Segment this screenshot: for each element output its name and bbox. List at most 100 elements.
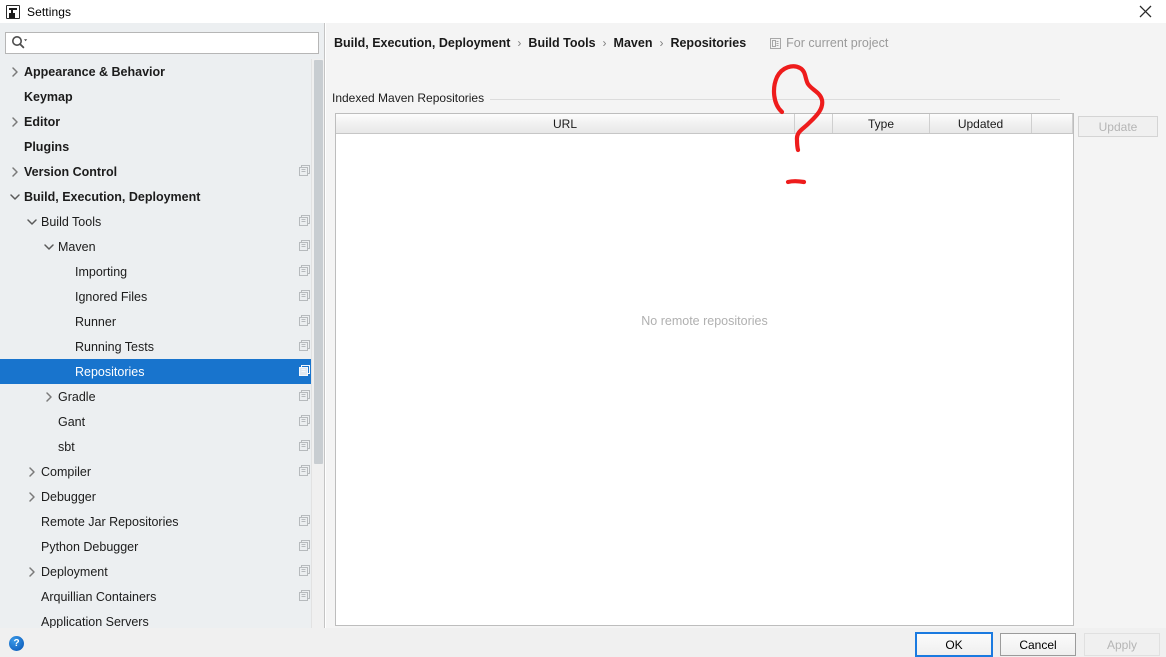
sidebar-item-deployment[interactable]: Deployment: [0, 559, 324, 584]
ok-button[interactable]: OK: [915, 632, 993, 657]
sidebar-item-ignored-files[interactable]: Ignored Files: [0, 284, 324, 309]
table-column-header-label: URL: [552, 116, 577, 131]
chevron-down-icon[interactable]: [25, 215, 39, 229]
sidebar-item-runner[interactable]: Runner: [0, 309, 324, 334]
table-column-header-blank[interactable]: [1032, 114, 1073, 133]
sidebar-item-label: Application Servers: [41, 614, 149, 629]
search-field-wrapper: [5, 32, 319, 54]
sidebar-item-label: Appearance & Behavior: [24, 64, 166, 79]
module-icon: [770, 37, 786, 49]
sidebar-item-sbt[interactable]: sbt: [0, 434, 324, 459]
sidebar-item-label: Gradle: [58, 389, 96, 404]
breadcrumb-item-1[interactable]: Build Tools: [528, 36, 595, 50]
help-icon[interactable]: ?: [9, 636, 24, 651]
module-copy-icon: [299, 414, 310, 429]
sidebar-item-label: Arquillian Containers: [41, 589, 157, 604]
sidebar-item-build-execution-deployment[interactable]: Build, Execution, Deployment: [0, 184, 324, 209]
cancel-button[interactable]: Cancel: [1000, 633, 1076, 656]
search-box[interactable]: [5, 32, 319, 54]
sidebar-item-version-control[interactable]: Version Control: [0, 159, 324, 184]
sidebar-item-keymap[interactable]: Keymap: [0, 84, 324, 109]
chevron-right-icon[interactable]: [8, 65, 22, 79]
module-copy-icon: [299, 514, 310, 529]
sidebar-item-label: Repositories: [75, 364, 145, 379]
close-icon[interactable]: [1124, 0, 1166, 23]
apply-button[interactable]: Apply: [1084, 633, 1160, 656]
table-column-header-url[interactable]: URL: [336, 114, 795, 133]
sidebar-item-debugger[interactable]: Debugger: [0, 484, 324, 509]
table-header-row: URL Type Updated: [336, 114, 1073, 134]
sidebar-scrollbar-thumb[interactable]: [314, 60, 323, 464]
sidebar-item-compiler[interactable]: Compiler: [0, 459, 324, 484]
sidebar-item-label: Runner: [75, 314, 116, 329]
chevron-down-icon[interactable]: [42, 240, 56, 254]
sidebar-item-appearance-behavior[interactable]: Appearance & Behavior: [0, 59, 324, 84]
module-copy-icon: [299, 239, 310, 254]
sidebar-item-remote-jar-repositories[interactable]: Remote Jar Repositories: [0, 509, 324, 534]
table-column-header-blank[interactable]: [795, 114, 833, 133]
table-column-header-label: Type: [867, 116, 894, 131]
table-column-header-updated[interactable]: Updated: [930, 114, 1032, 133]
chevron-right-icon[interactable]: [25, 490, 39, 504]
breadcrumb-item-0[interactable]: Build, Execution, Deployment: [334, 36, 510, 50]
module-copy-icon: [299, 364, 310, 379]
sidebar-item-maven[interactable]: Maven: [0, 234, 324, 259]
module-copy-icon: [299, 439, 310, 454]
sidebar-item-label: Deployment: [41, 564, 108, 579]
sidebar-item-label: Running Tests: [75, 339, 154, 354]
sidebar-scrollbar-track[interactable]: [311, 59, 324, 628]
sidebar-item-gant[interactable]: Gant: [0, 409, 324, 434]
module-copy-icon: [299, 289, 310, 304]
chevron-right-icon[interactable]: [25, 565, 39, 579]
update-button[interactable]: Update: [1078, 116, 1158, 137]
sidebar-item-label: Importing: [75, 264, 128, 279]
sidebar-item-plugins[interactable]: Plugins: [0, 134, 324, 159]
breadcrumb-separator: ›: [602, 36, 607, 50]
section-title: Indexed Maven Repositories: [332, 91, 491, 105]
sidebar-item-python-debugger[interactable]: Python Debugger: [0, 534, 324, 559]
sidebar-item-label: Maven: [58, 239, 96, 254]
repositories-table[interactable]: URL Type Updated No remote repositories: [335, 113, 1074, 626]
sidebar-item-gradle[interactable]: Gradle: [0, 384, 324, 409]
sidebar-item-label: Gant: [58, 414, 86, 429]
breadcrumb-item-2[interactable]: Maven: [614, 36, 653, 50]
module-copy-icon: [299, 389, 310, 404]
search-input[interactable]: [32, 34, 292, 52]
sidebar-item-importing[interactable]: Importing: [0, 259, 324, 284]
sidebar-item-running-tests[interactable]: Running Tests: [0, 334, 324, 359]
sidebar-item-arquillian-containers[interactable]: Arquillian Containers: [0, 584, 324, 609]
chevron-right-icon[interactable]: [42, 390, 56, 404]
breadcrumb-item-3[interactable]: Repositories: [670, 36, 746, 50]
sidebar-item-label: Python Debugger: [41, 539, 139, 554]
breadcrumb: Build, Execution, Deployment › Build Too…: [334, 36, 888, 50]
chevron-right-icon[interactable]: [25, 465, 39, 479]
chevron-right-icon[interactable]: [8, 115, 22, 129]
sidebar-item-label: Compiler: [41, 464, 92, 479]
empty-state-message: No remote repositories: [641, 314, 768, 328]
chevron-down-icon[interactable]: [8, 190, 22, 204]
table-column-header-type[interactable]: Type: [833, 114, 930, 133]
scope-badge-label: For current project: [786, 36, 889, 50]
module-copy-icon: [299, 264, 310, 279]
chevron-right-icon[interactable]: [8, 165, 22, 179]
sidebar-item-label: Plugins: [24, 139, 70, 154]
sidebar-item-application-servers[interactable]: Application Servers: [0, 609, 324, 629]
settings-tree[interactable]: Appearance & Behavior Keymap Editor Plugins…: [0, 59, 324, 628]
sidebar-item-label: Remote Jar Repositories: [41, 514, 179, 529]
module-copy-icon: [299, 539, 310, 554]
sidebar-item-editor[interactable]: Editor: [0, 109, 324, 134]
sidebar-item-label: Ignored Files: [75, 289, 148, 304]
sidebar-item-repositories[interactable]: Repositories: [0, 359, 324, 384]
breadcrumb-separator: ›: [517, 36, 522, 50]
sidebar-item-build-tools[interactable]: Build Tools: [0, 209, 324, 234]
table-body[interactable]: No remote repositories: [336, 134, 1073, 625]
module-copy-icon: [299, 589, 310, 604]
scope-badge: For current project: [770, 36, 888, 50]
